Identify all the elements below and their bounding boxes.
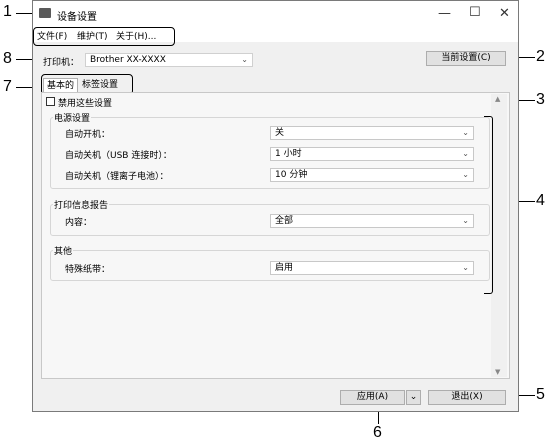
auto-off-usb-label: 自动关机（USB 连接时）： — [65, 151, 172, 161]
special-tape-value: 启用 — [275, 263, 294, 273]
device-settings-window: 设备设置 — ☐ ✕ 文件(F) 维护(T) 关于(H)... 打印机： Bro… — [32, 0, 519, 412]
scroll-up-icon[interactable]: ▲ — [495, 95, 500, 103]
report-content-label: 内容： — [65, 218, 93, 228]
chevron-down-icon: ⌄ — [462, 170, 469, 179]
auto-off-battery-select[interactable]: 10 分钟 ⌄ — [270, 168, 474, 182]
chevron-down-icon: ⌄ — [462, 149, 469, 158]
disable-settings-checkbox[interactable] — [46, 97, 55, 106]
callout-7: 7 — [3, 78, 12, 95]
callout-3: 3 — [536, 91, 545, 108]
printer-select[interactable]: Brother XX-XXXX ⌄ — [85, 53, 253, 67]
auto-off-battery-value: 10 分钟 — [275, 170, 308, 180]
disable-settings-label: 禁用这些设置 — [58, 99, 113, 109]
current-settings-button[interactable]: 当前设置(C) — [426, 51, 506, 66]
callout-2: 2 — [536, 48, 545, 65]
minimize-button[interactable]: — — [438, 6, 451, 21]
apply-dropdown-button[interactable]: ⌄ — [406, 390, 421, 405]
menu-highlight-outline — [33, 27, 175, 46]
scroll-down-icon[interactable]: ▼ — [495, 368, 500, 376]
print-report-title: 打印信息报告 — [53, 198, 110, 211]
printer-value: Brother XX-XXXX — [90, 55, 166, 65]
printer-app-icon — [39, 8, 51, 18]
special-tape-label: 特殊纸带： — [65, 265, 111, 275]
other-title: 其他 — [53, 244, 74, 257]
auto-off-usb-select[interactable]: 1 小时 ⌄ — [270, 147, 474, 161]
chevron-down-icon: ⌄ — [462, 263, 469, 272]
auto-power-on-label: 自动开机： — [65, 130, 111, 140]
apply-button[interactable]: 应用(A) — [340, 390, 405, 405]
auto-off-usb-value: 1 小时 — [275, 149, 302, 159]
callout-6: 6 — [373, 424, 382, 441]
callout-1: 1 — [3, 3, 12, 20]
title-bar: 设备设置 — ☐ ✕ — [33, 1, 518, 27]
window-title: 设备设置 — [57, 12, 97, 23]
report-content-select[interactable]: 全部 ⌄ — [270, 214, 474, 228]
callout-8: 8 — [3, 50, 12, 67]
callout-4: 4 — [536, 192, 545, 209]
auto-off-battery-label: 自动关机（锂离子电池）： — [65, 172, 169, 182]
auto-power-on-select[interactable]: 关 ⌄ — [270, 126, 474, 140]
exit-button[interactable]: 退出(X) — [428, 390, 506, 405]
vertical-scrollbar[interactable]: ▲ ▼ — [491, 94, 507, 377]
callout-5: 5 — [536, 386, 545, 403]
auto-power-on-value: 关 — [275, 128, 285, 138]
chevron-down-icon: ⌄ — [462, 128, 469, 137]
printer-label: 打印机： — [43, 58, 80, 68]
chevron-down-icon: ⌄ — [409, 392, 418, 402]
settings-bracket — [484, 116, 493, 294]
report-content-value: 全部 — [275, 216, 294, 226]
maximize-button[interactable]: ☐ — [469, 5, 481, 20]
callout-1-line — [16, 13, 32, 14]
special-tape-select[interactable]: 启用 ⌄ — [270, 261, 474, 275]
chevron-down-icon: ⌄ — [462, 216, 469, 225]
chevron-down-icon: ⌄ — [241, 55, 248, 64]
power-settings-title: 电源设置 — [53, 111, 92, 124]
close-button[interactable]: ✕ — [499, 6, 510, 21]
